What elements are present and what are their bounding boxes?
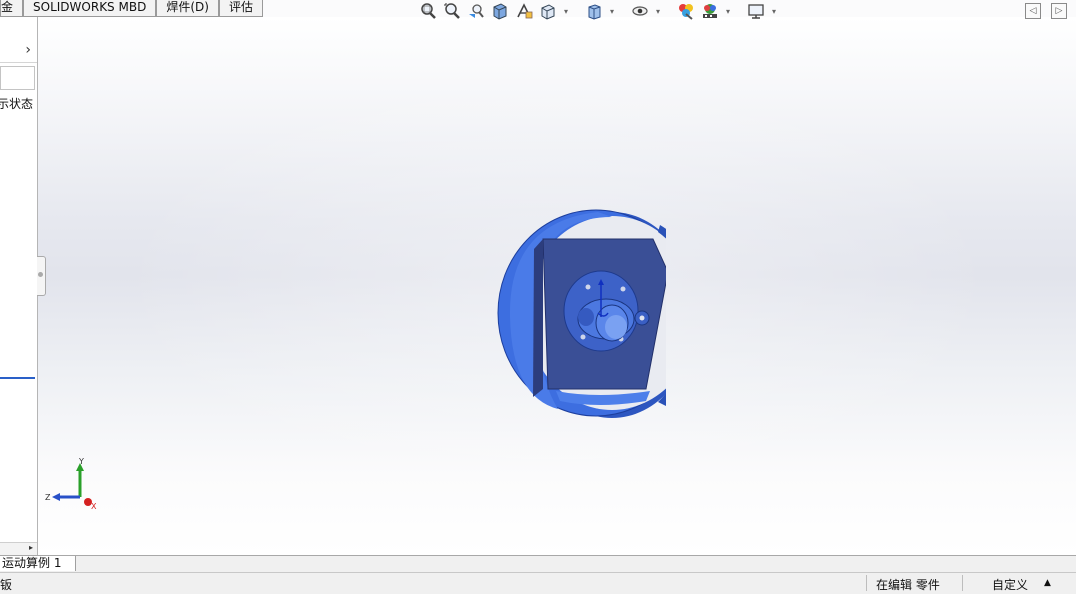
tab-solidworks-mbd[interactable]: SOLIDWORKS MBD [23,0,157,17]
part-model[interactable] [456,187,666,427]
filter-input[interactable] [0,66,35,90]
tab-evaluate[interactable]: 评估 [218,0,263,17]
status-left-text: 钣 [0,578,13,592]
command-manager-tabs: 金 SOLIDWORKS MBD 焊件(D) 评估 [0,0,263,17]
previous-view-icon[interactable] [466,1,486,21]
heads-up-view-toolbar: ▾ ▾ ▾ ▾ ▾ [418,0,778,22]
apply-scene-icon[interactable] [700,1,720,21]
status-divider [962,575,963,591]
hide-show-icon[interactable] [630,1,650,21]
apply-scene-dropdown-icon[interactable]: ▾ [724,7,732,16]
status-editing-part: 在编辑 零件 [876,578,940,592]
feature-manager-panel: › 示状态 ▸ [0,17,38,555]
units-custom[interactable]: 自定义 [992,576,1028,593]
view-settings-icon[interactable] [746,1,766,21]
tab-weldments[interactable]: 焊件(D) [156,0,219,17]
zoom-to-fit-icon[interactable] [418,1,438,21]
chevron-right-icon[interactable]: › [25,42,31,58]
view-orientation-dropdown-icon[interactable]: ▾ [562,7,570,16]
reference-triad: Y Z X [45,457,97,511]
expand-panel-icon[interactable]: ▷ [1051,3,1067,19]
axis-z-label: Z [45,493,51,502]
view-settings-dropdown-icon[interactable]: ▾ [770,7,778,16]
status-bar: 钣 在编辑 零件 自定义 ▲ [0,572,1076,594]
graphics-area[interactable]: Y Z X [38,17,1076,555]
section-view-icon[interactable] [490,1,510,21]
scroll-right-icon[interactable]: ▸ [29,543,33,552]
display-style-icon[interactable] [584,1,604,21]
status-divider [866,575,867,591]
hide-show-dropdown-icon[interactable]: ▾ [654,7,662,16]
dynamic-annotation-icon[interactable] [514,1,534,21]
axis-x-label: X [91,502,97,511]
zoom-to-area-icon[interactable] [442,1,462,21]
bottom-tabs: 运动算例 1 [0,555,1076,572]
horizontal-scrollbar[interactable]: ▸ [0,542,37,555]
edit-appearance-icon[interactable] [676,1,696,21]
tab-sheet-metal[interactable]: 金 [0,0,24,17]
tab-motion-study-1[interactable]: 运动算例 1 [0,556,77,571]
view-orientation-icon[interactable] [538,1,558,21]
panel-splitter-handle[interactable] [37,256,46,296]
restore-panel-icon[interactable]: ◁ [1025,3,1041,19]
units-menu-arrow-icon[interactable]: ▲ [1044,578,1051,588]
rollback-bar[interactable] [0,377,35,379]
display-style-dropdown-icon[interactable]: ▾ [608,7,616,16]
panel-header [0,32,37,63]
axis-y-label: Y [78,457,84,466]
display-state-label: 示状态 [0,97,34,111]
